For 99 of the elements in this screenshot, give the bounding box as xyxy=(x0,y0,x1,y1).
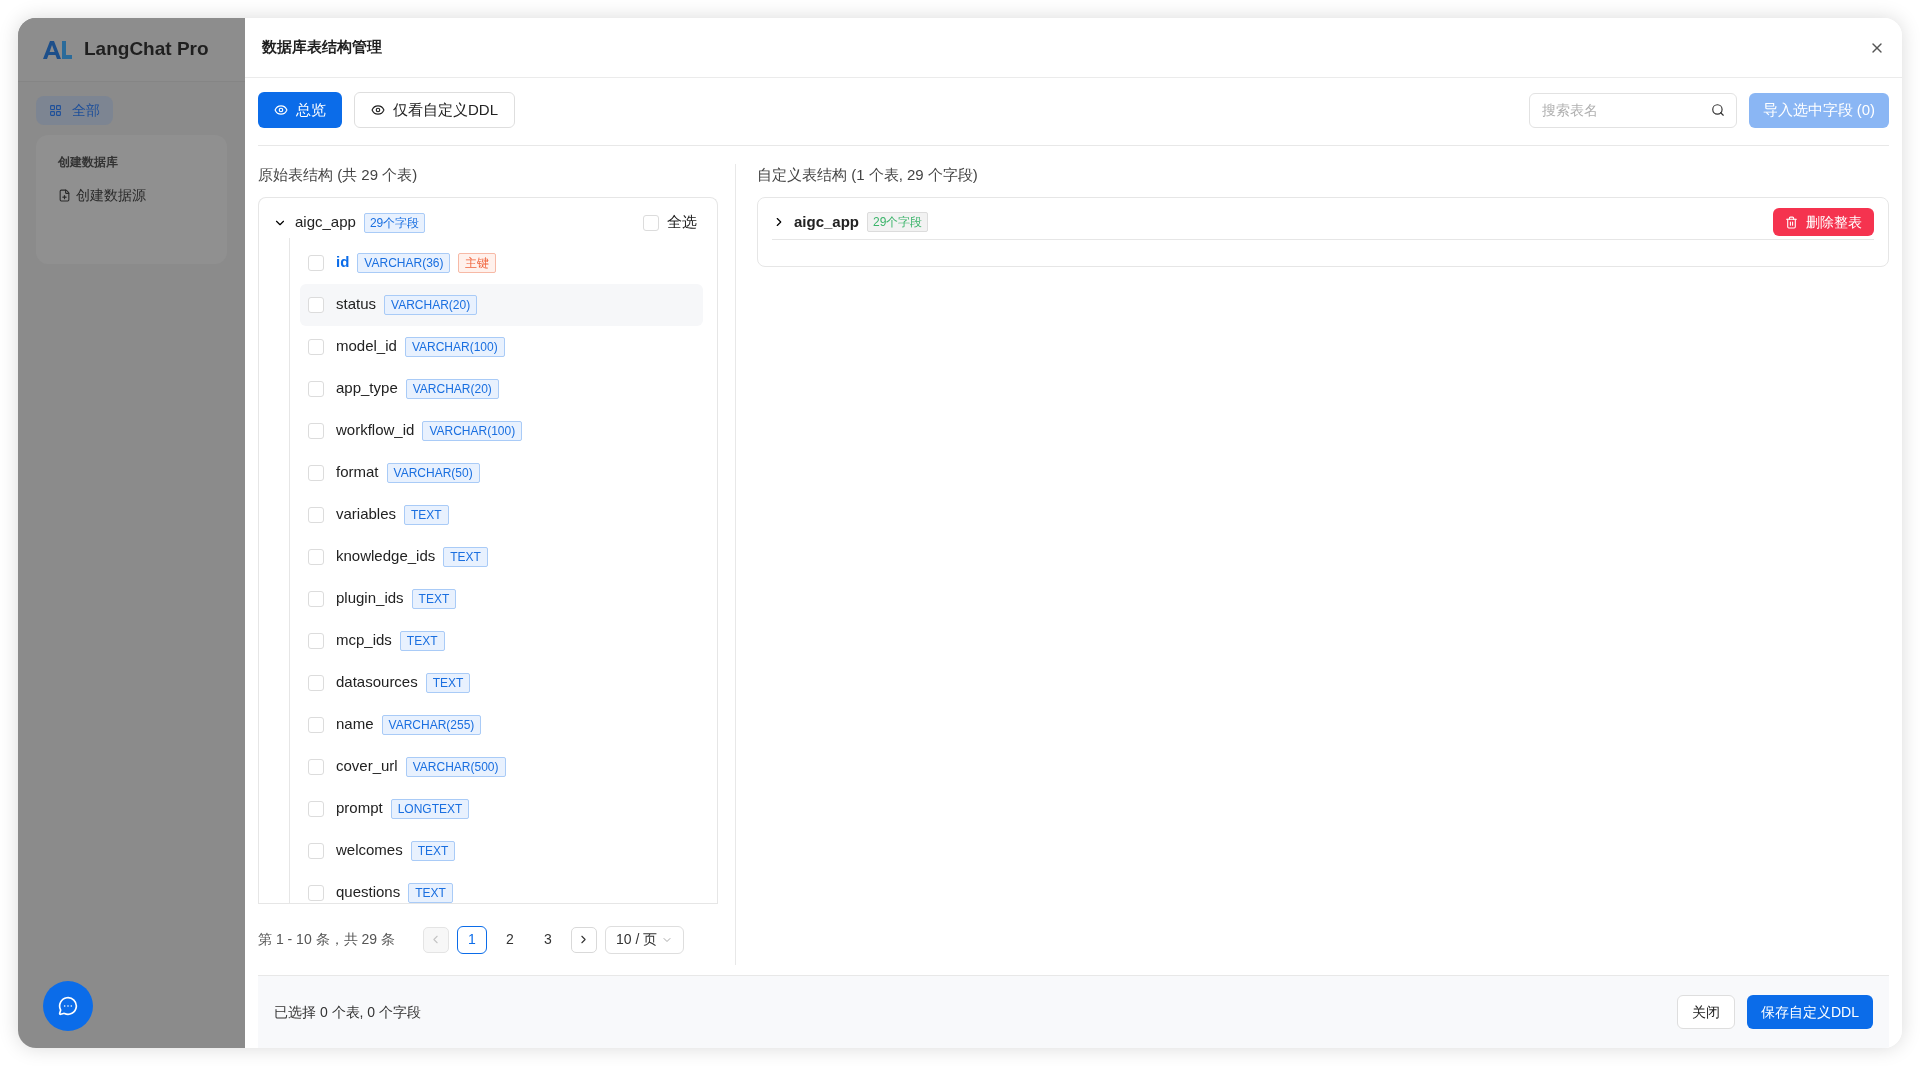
checkbox[interactable] xyxy=(308,590,324,607)
type-tag: TEXT xyxy=(408,882,453,903)
page-button[interactable]: 2 xyxy=(494,925,525,954)
page-button[interactable]: 1 xyxy=(456,925,487,954)
field-count-tag: 29个字段 xyxy=(867,212,929,232)
type-tag: VARCHAR(500) xyxy=(405,756,506,777)
section-heading: 原始表结构 (共 29 个表) xyxy=(258,165,419,185)
delete-table-button[interactable]: 删除整表 xyxy=(1773,208,1874,236)
grid-icon xyxy=(49,104,62,117)
field-name: cover_url xyxy=(336,756,398,777)
primary-key-tag: 主键 xyxy=(458,252,497,273)
checkbox[interactable] xyxy=(308,296,324,313)
field-name: knowledge_ids xyxy=(336,546,436,567)
modal-title: 数据库表结构管理 xyxy=(262,37,382,58)
brand-name: LangChat Pro xyxy=(84,37,209,62)
view-tab[interactable]: 总览 xyxy=(258,92,342,128)
next-page-button[interactable] xyxy=(570,926,597,953)
checkbox[interactable] xyxy=(308,716,324,733)
field-row[interactable]: status VARCHAR(20) xyxy=(300,283,703,326)
field-row[interactable]: mcp_ids TEXT xyxy=(300,619,703,662)
field-name: model_id xyxy=(336,336,397,357)
type-tag: VARCHAR(20) xyxy=(384,294,478,315)
file-plus-icon xyxy=(58,189,71,202)
menu-item[interactable]: 创建数据源 xyxy=(58,185,205,206)
checkbox[interactable] xyxy=(308,380,324,397)
field-row[interactable]: workflow_id VARCHAR(100) xyxy=(300,409,703,452)
trash-icon xyxy=(1785,215,1798,229)
field-row[interactable]: name VARCHAR(255) xyxy=(300,703,703,746)
type-tag: VARCHAR(100) xyxy=(422,420,523,441)
save-button[interactable]: 保存自定义DDL xyxy=(1747,995,1873,1029)
field-row[interactable]: datasources TEXT xyxy=(300,661,703,704)
type-tag: LONGTEXT xyxy=(390,798,470,819)
page-size-select[interactable]: 10 / 页 xyxy=(604,925,685,954)
table-name: aigc_app xyxy=(794,211,860,232)
field-row[interactable]: knowledge_ids TEXT xyxy=(300,535,703,578)
checkbox[interactable] xyxy=(308,842,324,859)
close-button[interactable]: 关闭 xyxy=(1677,995,1735,1029)
type-tag: VARCHAR(255) xyxy=(381,714,482,735)
field-count-tag: 29个字段 xyxy=(363,212,426,233)
field-row[interactable]: format VARCHAR(50) xyxy=(300,451,703,494)
field-name: plugin_ids xyxy=(336,588,404,609)
field-row[interactable]: cover_url VARCHAR(500) xyxy=(300,745,703,788)
section-heading: 自定义表结构 (1 个表, 29 个字段) xyxy=(757,165,979,185)
view-tab[interactable]: 仅看自定义DDL xyxy=(354,92,515,128)
type-tag: TEXT xyxy=(443,546,488,567)
checkbox[interactable] xyxy=(308,674,324,691)
pagination-summary: 第 1 - 10 条，共 29 条 xyxy=(258,930,395,949)
field-name: name xyxy=(336,714,374,735)
checkbox[interactable] xyxy=(308,800,324,817)
eye-icon xyxy=(371,103,385,117)
type-tag: TEXT xyxy=(425,672,471,693)
page-button[interactable]: 3 xyxy=(532,925,563,954)
type-tag: VARCHAR(50) xyxy=(386,462,480,483)
type-tag: VARCHAR(100) xyxy=(404,336,505,357)
type-tag: VARCHAR(36) xyxy=(357,252,451,273)
type-tag: TEXT xyxy=(410,840,456,861)
checkbox[interactable] xyxy=(643,214,659,231)
field-name: mcp_ids xyxy=(336,630,392,651)
field-name: prompt xyxy=(336,798,383,819)
field-name: datasources xyxy=(336,672,418,693)
table-name: aigc_app xyxy=(295,212,356,233)
search-icon xyxy=(1710,102,1725,117)
checkbox[interactable] xyxy=(308,506,324,523)
checkbox[interactable] xyxy=(308,758,324,775)
field-name: welcomes xyxy=(336,840,403,861)
eye-icon xyxy=(274,103,288,117)
type-tag: VARCHAR(20) xyxy=(405,378,499,399)
type-tag: TEXT xyxy=(411,588,457,609)
chat-icon xyxy=(58,996,78,1016)
group-title: 创建数据库 xyxy=(58,154,119,171)
field-name: questions xyxy=(336,882,401,903)
field-name: variables xyxy=(336,504,397,525)
checkbox[interactable] xyxy=(308,884,324,901)
field-name: format xyxy=(336,462,379,483)
field-row[interactable]: variables TEXT xyxy=(300,493,703,536)
field-name: workflow_id xyxy=(336,420,415,441)
checkbox[interactable] xyxy=(308,254,324,271)
checkbox[interactable] xyxy=(308,548,324,565)
field-name: id xyxy=(336,252,350,273)
select-all-label: 全选 xyxy=(667,212,697,233)
field-row[interactable]: questions TEXT xyxy=(300,871,703,903)
search-field[interactable]: 搜索表名 xyxy=(1528,92,1737,128)
field-row[interactable]: id VARCHAR(36) 主键 xyxy=(300,241,703,284)
logo-icon xyxy=(42,39,72,60)
checkbox[interactable] xyxy=(308,464,324,481)
field-row[interactable]: prompt LONGTEXT xyxy=(300,787,703,830)
type-tag: TEXT xyxy=(399,630,445,651)
field-row[interactable]: plugin_ids TEXT xyxy=(300,577,703,620)
field-row[interactable]: app_type VARCHAR(20) xyxy=(300,367,703,410)
field-name: app_type xyxy=(336,378,398,399)
selection-summary: 已选择 0 个表, 0 个字段 xyxy=(274,1002,422,1022)
checkbox[interactable] xyxy=(308,422,324,439)
checkbox[interactable] xyxy=(308,632,324,649)
field-row[interactable]: model_id VARCHAR(100) xyxy=(300,325,703,368)
field-name: status xyxy=(336,294,377,315)
checkbox[interactable] xyxy=(308,338,324,355)
type-tag: TEXT xyxy=(404,504,449,525)
chat-button[interactable] xyxy=(43,981,93,1031)
field-row[interactable]: welcomes TEXT xyxy=(300,829,703,872)
